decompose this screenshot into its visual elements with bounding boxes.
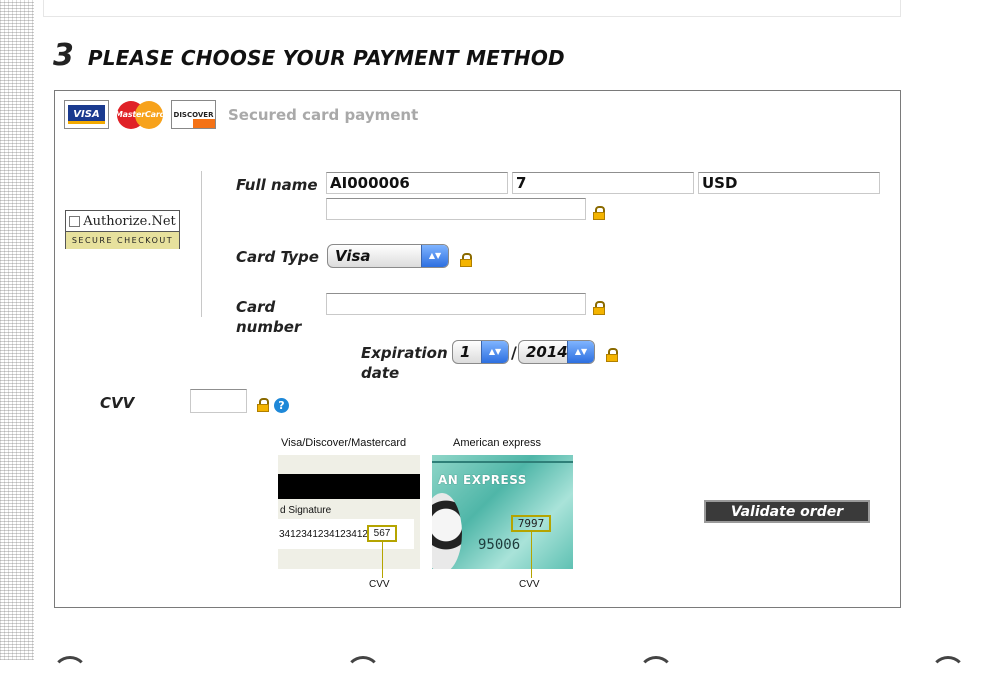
authorize-net-badge: Authorize.Net SECURE CHECKOUT (65, 210, 180, 249)
secured-payment-label: Secured card payment (228, 105, 419, 124)
cvv-pointer-label: CVV (369, 579, 390, 590)
step-number: 3 (53, 38, 74, 73)
amex-cvv-caption: American express (453, 437, 542, 449)
vertical-divider (201, 171, 202, 317)
cvv-pointer-line (531, 532, 532, 578)
payment-panel: VISA MasterCard DISCOVER Secured card pa… (54, 90, 901, 608)
next-section-decoration (0, 648, 1001, 660)
card-number-label: Card number (236, 298, 302, 336)
full-name-input[interactable] (326, 198, 586, 220)
lock-icon (593, 301, 605, 315)
card-number-input[interactable] (326, 293, 586, 315)
cvv-label: CVV (100, 394, 135, 412)
lock-icon (593, 206, 605, 220)
amex-card-front-image: AN EXPRESS 7997 95006 (432, 455, 573, 569)
discover-logo: DISCOVER (171, 100, 216, 129)
select-arrows-icon: ▲▼ (421, 245, 448, 267)
section-title: PLEASE CHOOSE YOUR PAYMENT METHOD (87, 46, 565, 70)
order-ref-field[interactable]: AI000006 (326, 172, 508, 194)
previous-section-box (43, 0, 901, 17)
exp-separator: / (511, 343, 517, 362)
currency-field[interactable]: USD (698, 172, 880, 194)
card-logos: VISA MasterCard DISCOVER Secured card pa… (64, 100, 418, 129)
visa-card-back-image: d Signature 341234123412341234 567 (278, 455, 420, 569)
exp-year-select[interactable]: 2014 ▲▼ (518, 340, 595, 364)
quantity-field[interactable]: 7 (512, 172, 694, 194)
visa-logo: VISA (64, 100, 109, 129)
cvv-pointer-line (382, 542, 383, 578)
exp-month-select[interactable]: 1 ▲▼ (452, 340, 509, 364)
visa-cvv-caption: Visa/Discover/Mastercard (281, 437, 407, 449)
decorative-border (0, 0, 34, 660)
cvv-pointer-label: CVV (519, 579, 540, 590)
lock-icon (257, 398, 269, 412)
card-type-select[interactable]: Visa ▲▼ (327, 244, 449, 268)
full-name-label: Full name (236, 176, 318, 194)
step-heading: 3 PLEASE CHOOSE YOUR PAYMENT METHOD (53, 38, 565, 73)
help-icon[interactable]: ? (274, 398, 289, 413)
card-type-label: Card Type (236, 248, 319, 266)
select-arrows-icon: ▲▼ (481, 341, 508, 363)
lock-icon (460, 253, 472, 267)
validate-order-button[interactable]: Validate order (704, 500, 870, 523)
cvv-input[interactable] (190, 389, 247, 413)
select-arrows-icon: ▲▼ (567, 341, 594, 363)
lock-icon (606, 348, 618, 362)
expiration-label: Expiration date (361, 344, 448, 382)
mastercard-logo: MasterCard (115, 100, 165, 129)
